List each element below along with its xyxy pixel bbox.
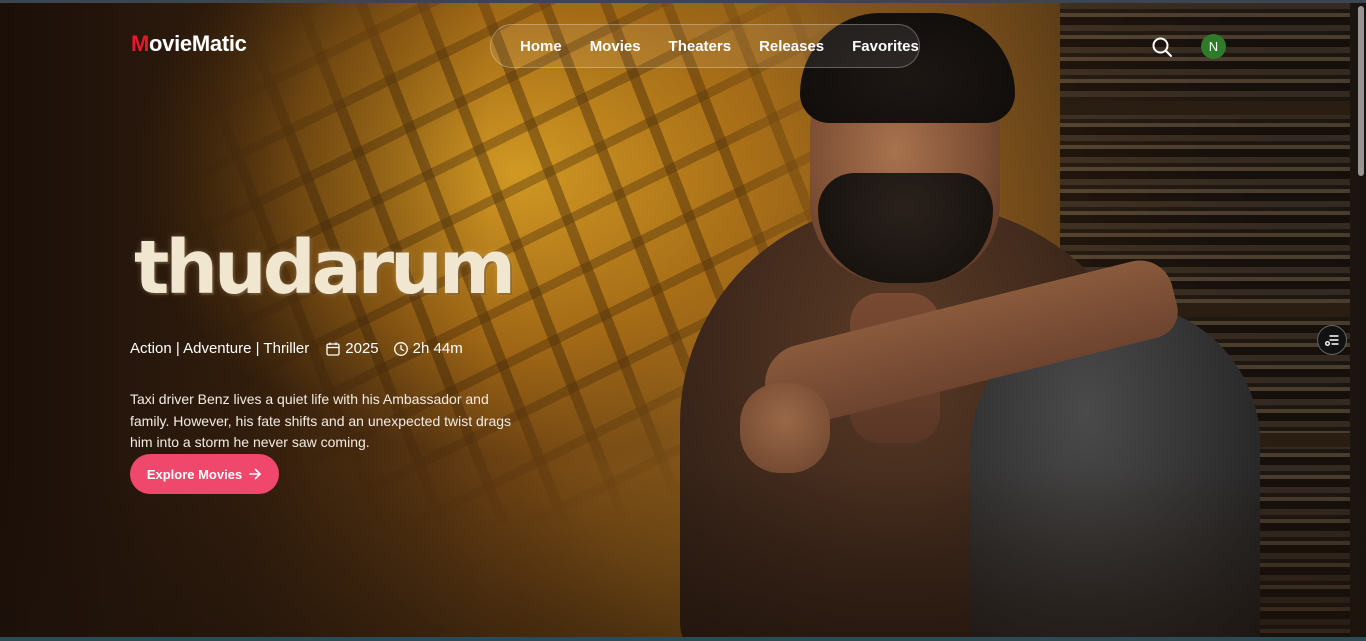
nav-item-favorites[interactable]: Favorites	[852, 38, 919, 55]
clock-icon	[393, 341, 409, 357]
nav-item-theaters[interactable]: Theaters	[669, 38, 732, 55]
movie-meta: Action | Adventure | Thriller 2025 2h 44…	[130, 340, 463, 357]
movie-genres: Action | Adventure | Thriller	[130, 340, 310, 357]
nav-item-movies[interactable]: Movies	[590, 38, 641, 55]
movie-duration-group: 2h 44m	[393, 340, 463, 357]
page-scrollbar[interactable]	[1358, 6, 1364, 176]
user-avatar[interactable]: N	[1201, 34, 1226, 59]
movie-year-group: 2025	[325, 340, 379, 357]
brand-logo[interactable]: MovieMatic	[131, 31, 247, 57]
filter-list-icon[interactable]	[1317, 325, 1347, 355]
brand-logo-text: ovieMatic	[149, 31, 247, 56]
page: MovieMatic Home Movies Theaters Releases…	[0, 0, 1366, 641]
movie-year: 2025	[345, 340, 379, 357]
explore-movies-button[interactable]: Explore Movies	[130, 454, 279, 494]
movie-duration: 2h 44m	[412, 340, 463, 357]
arrow-right-icon	[248, 467, 262, 481]
movie-description: Taxi driver Benz lives a quiet life with…	[130, 391, 512, 450]
nav-item-home[interactable]: Home	[520, 38, 562, 55]
calendar-icon	[325, 341, 341, 357]
brand-logo-accent: M	[131, 31, 150, 56]
main-nav: Home Movies Theaters Releases Favorites	[490, 24, 920, 68]
nav-item-releases[interactable]: Releases	[759, 38, 824, 55]
movie-title-logo: thudarum	[134, 225, 516, 311]
search-icon[interactable]	[1150, 35, 1174, 59]
explore-movies-label: Explore Movies	[146, 466, 243, 482]
figure-hand	[740, 383, 830, 473]
